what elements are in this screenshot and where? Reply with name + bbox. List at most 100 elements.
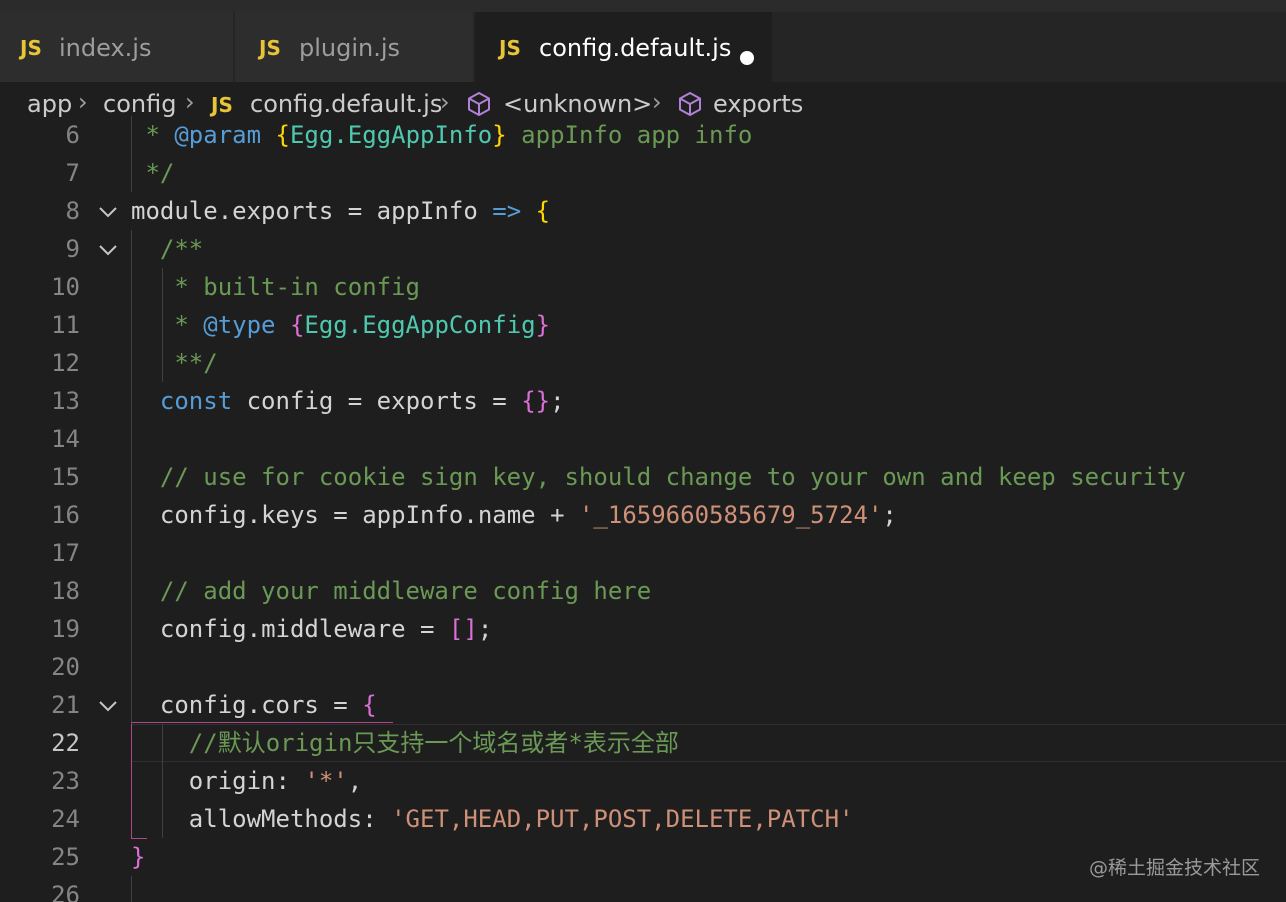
code-line-8: module.exports = appInfo => { bbox=[131, 192, 550, 230]
code-line-16: config.keys = appInfo.name + '_165966058… bbox=[131, 496, 897, 534]
line-number: 20 bbox=[51, 653, 80, 681]
line-number: 7 bbox=[65, 159, 80, 187]
code-token: exports bbox=[232, 197, 334, 225]
line-number: 8 bbox=[65, 197, 80, 225]
code-token: = bbox=[318, 501, 363, 529]
line-number: 15 bbox=[51, 463, 80, 491]
code-token: origin bbox=[188, 767, 276, 795]
code-token: ; bbox=[882, 501, 897, 529]
fold-chevron-down-icon[interactable] bbox=[96, 230, 120, 268]
code-token: keys bbox=[261, 501, 319, 529]
code-token: { bbox=[289, 311, 305, 339]
code-token: = bbox=[477, 387, 522, 415]
code-line-10: * built-in config bbox=[131, 273, 420, 301]
code-token: config bbox=[159, 501, 247, 529]
chevron-right-icon: › bbox=[185, 88, 195, 116]
code-line-6: * @param {Egg.EggAppInfo} appInfo app in… bbox=[131, 116, 752, 154]
code-token: cors bbox=[261, 691, 319, 719]
indent-guide bbox=[131, 876, 132, 902]
unsaved-dot-icon[interactable] bbox=[740, 51, 754, 65]
code-token: { bbox=[275, 121, 290, 149]
code-token: { bbox=[362, 691, 377, 719]
code-token: , bbox=[347, 767, 363, 795]
line-number: 19 bbox=[51, 615, 80, 643]
code-token: exports bbox=[376, 387, 478, 415]
code-token: } bbox=[535, 311, 551, 339]
code-token: @type bbox=[203, 311, 276, 339]
code-token: middleware bbox=[261, 615, 406, 643]
code-token: { bbox=[535, 197, 551, 225]
line-number: 23 bbox=[51, 767, 80, 795]
code-token: config bbox=[159, 615, 247, 643]
breadcrumb-item-file[interactable]: config.default.js bbox=[250, 90, 442, 118]
code-token: . bbox=[246, 501, 262, 529]
code-line-25: } bbox=[131, 843, 146, 871]
code-token: * bbox=[131, 121, 175, 149]
code-token: Egg.EggAppInfo bbox=[289, 121, 493, 149]
code-line-19: config.middleware = []; bbox=[131, 610, 492, 648]
line-number: 21 bbox=[51, 691, 80, 719]
code-token: . bbox=[246, 691, 262, 719]
line-number: 11 bbox=[51, 311, 80, 339]
breadcrumb-item-app[interactable]: app bbox=[27, 90, 72, 118]
code-token: module bbox=[131, 197, 218, 225]
line-number: 17 bbox=[51, 539, 80, 567]
line-number: 12 bbox=[51, 349, 80, 377]
chevron-right-icon: › bbox=[78, 88, 88, 116]
line-number: 26 bbox=[51, 881, 80, 902]
code-token: 'GET,HEAD,PUT,POST,DELETE,PATCH' bbox=[391, 805, 854, 833]
code-line-13: const config = exports = {}; bbox=[131, 382, 565, 420]
code-token: name bbox=[477, 501, 536, 529]
code-token: config bbox=[159, 691, 247, 719]
symbol-cube-icon bbox=[468, 92, 490, 116]
watermark: @稀土掘金技术社区 bbox=[1088, 857, 1260, 879]
line-number: 13 bbox=[51, 387, 80, 415]
line-number: 10 bbox=[51, 273, 80, 301]
tab-index-js[interactable]: JS index.js bbox=[0, 12, 233, 82]
code-token: Egg.EggAppConfig bbox=[304, 311, 536, 339]
line-number: 18 bbox=[51, 577, 80, 605]
code-token: const bbox=[159, 387, 233, 415]
code-line-18: // add your middleware config here bbox=[131, 577, 652, 605]
code-token: => bbox=[492, 197, 522, 225]
js-file-icon: JS bbox=[20, 36, 42, 60]
code-token: : bbox=[362, 805, 392, 833]
fold-chevron-down-icon[interactable] bbox=[96, 192, 120, 230]
code-token: = bbox=[405, 615, 449, 643]
tab-config-default-js[interactable]: JS config.default.js bbox=[475, 12, 772, 82]
breadcrumb-item-unknown[interactable]: <unknown> bbox=[503, 90, 652, 118]
code-line-15: // use for cookie sign key, should chang… bbox=[131, 463, 1186, 491]
line-number: 16 bbox=[51, 501, 80, 529]
line-number: 14 bbox=[51, 425, 80, 453]
tab-bar: JS index.js JS plugin.js JS config.defau… bbox=[0, 0, 1286, 82]
code-editor[interactable]: 6 7 8 9 10 11 12 13 14 15 16 17 18 19 20… bbox=[0, 116, 1286, 902]
code-token: + bbox=[535, 501, 579, 529]
code-token: appInfo app info bbox=[506, 121, 753, 149]
breadcrumb-item-config[interactable]: config bbox=[103, 90, 176, 118]
tab-label: config.default.js bbox=[539, 34, 732, 62]
js-file-icon: JS bbox=[259, 36, 281, 60]
code-token: ; bbox=[550, 387, 565, 415]
code-token: config bbox=[246, 387, 334, 415]
tab-label: index.js bbox=[59, 34, 152, 62]
breadcrumb-item-exports[interactable]: exports bbox=[713, 90, 803, 118]
code-token: ; bbox=[477, 615, 493, 643]
chevron-right-icon: › bbox=[440, 88, 450, 116]
code-line-21: config.cors = { bbox=[131, 686, 377, 724]
line-number: 9 bbox=[65, 235, 80, 263]
code-token: . bbox=[217, 197, 233, 225]
fold-chevron-down-icon[interactable] bbox=[96, 686, 120, 724]
code-line-24: allowMethods: 'GET,HEAD,PUT,POST,DELETE,… bbox=[131, 800, 854, 838]
tab-plugin-js[interactable]: JS plugin.js bbox=[235, 12, 473, 82]
code-token: . bbox=[463, 501, 478, 529]
code-token: . bbox=[246, 615, 262, 643]
